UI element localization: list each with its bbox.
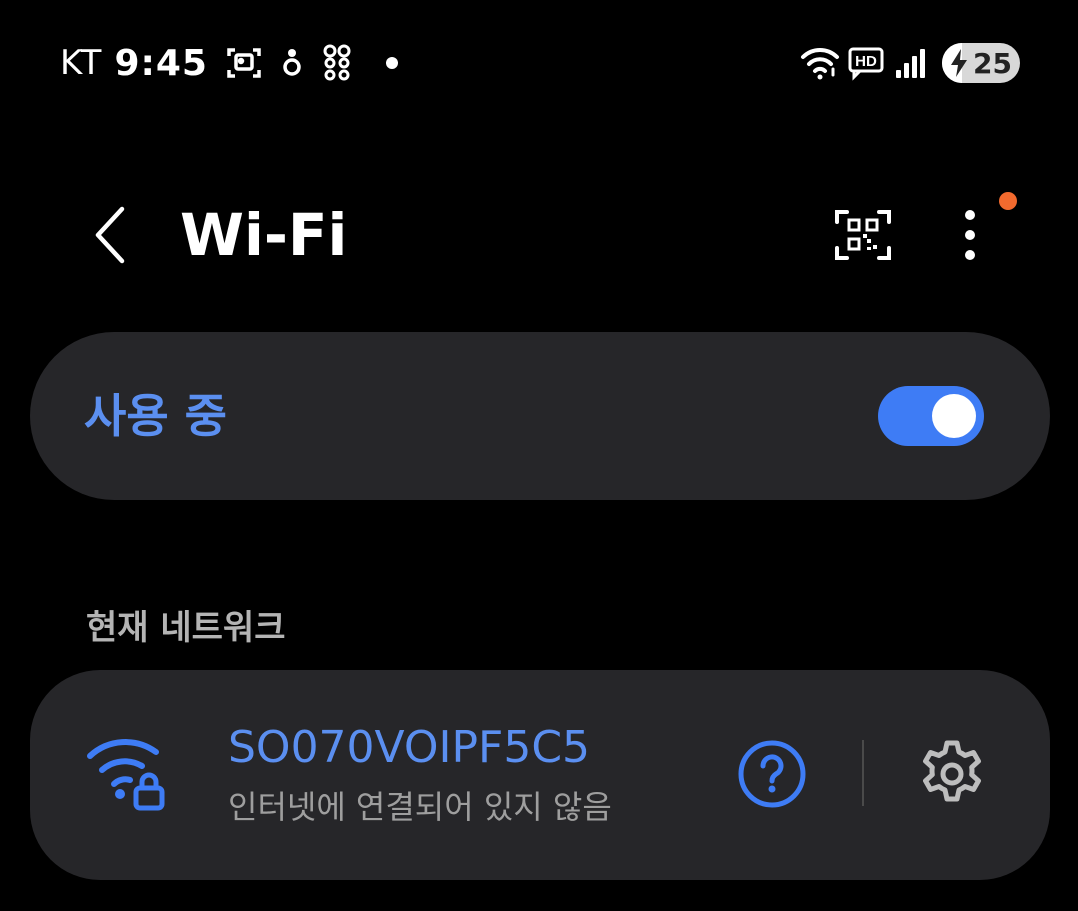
wifi-locked-icon — [87, 739, 165, 811]
gear-icon — [923, 740, 981, 802]
network-card-divider — [862, 740, 864, 806]
current-network-card: SO070VOIPF5C5 인터넷에 연결되어 있지 않음 — [30, 670, 1050, 880]
network-info[interactable]: SO070VOIPF5C5 인터넷에 연결되어 있지 않음 — [228, 718, 612, 832]
current-network-section-title: 현재 네트워크 — [86, 608, 286, 648]
battery-indicator: 25 — [942, 43, 1020, 83]
more-notifications-dot-icon — [385, 57, 398, 69]
status-bar-right: HD 25 — [792, 38, 1020, 88]
network-help-button[interactable] — [736, 738, 808, 810]
charging-bolt-icon — [950, 49, 968, 81]
qr-code-button[interactable] — [830, 202, 896, 268]
back-button[interactable] — [80, 200, 140, 270]
svg-text:HD: HD — [855, 53, 877, 70]
hd-voice-icon: HD — [848, 45, 886, 81]
wifi-signal-icon — [800, 45, 840, 81]
qr-code-icon — [835, 210, 891, 260]
battery-level: 25 — [973, 46, 1012, 80]
wifi-toggle-label: 사용 중 — [84, 389, 227, 443]
app-header: Wi-Fi — [0, 180, 1078, 290]
wifi-settings-screen: KT 9:45 HD 25 Wi-Fi 사용 중 현재 네트워크 SO070VO… — [0, 0, 1078, 911]
page-title: Wi-Fi — [180, 201, 348, 269]
status-bar: KT 9:45 HD 25 — [0, 28, 1078, 98]
help-circle-icon — [738, 740, 806, 808]
network-settings-button[interactable] — [916, 738, 988, 810]
network-ssid: SO070VOIPF5C5 — [228, 722, 591, 773]
wifi-toggle-switch[interactable] — [878, 386, 984, 446]
network-status: 인터넷에 연결되어 있지 않음 — [228, 788, 612, 826]
carrier-name: KT — [60, 43, 103, 83]
more-vertical-icon — [965, 210, 975, 260]
wifi-master-toggle-row[interactable]: 사용 중 — [30, 332, 1050, 500]
screenshot-icon — [226, 45, 262, 81]
app-grid-icon — [322, 43, 352, 83]
chevron-left-icon — [95, 206, 125, 264]
status-bar-left: KT 9:45 — [60, 38, 398, 88]
notification-dot-icon — [999, 192, 1017, 210]
notification-app-icon — [280, 45, 304, 81]
switch-knob — [932, 394, 976, 438]
clock: 9:45 — [114, 42, 208, 84]
more-options-button[interactable] — [948, 202, 992, 268]
cellular-signal-icon — [894, 46, 928, 80]
